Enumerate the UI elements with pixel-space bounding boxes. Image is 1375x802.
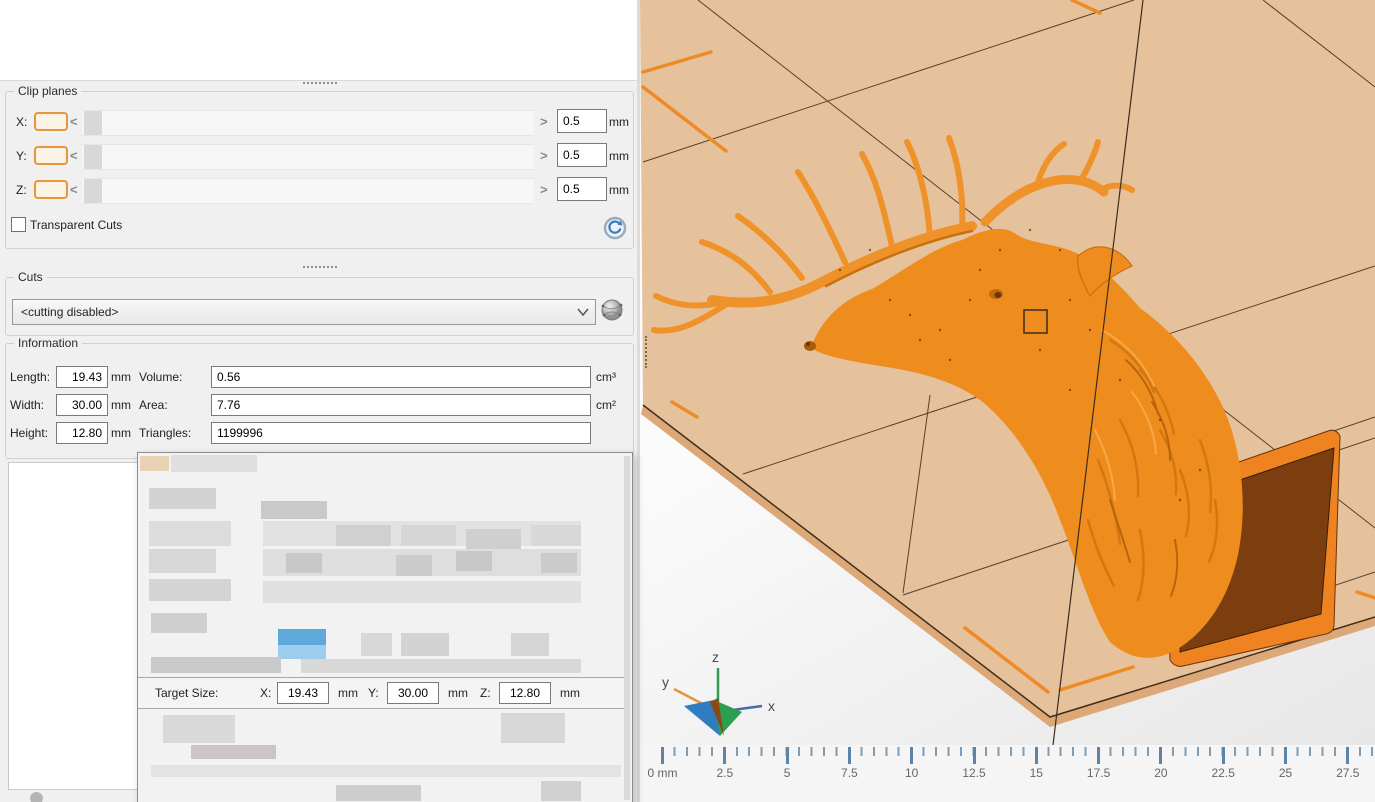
cutting-mode-value: <cutting disabled> [21, 305, 119, 319]
clip-z-slider[interactable] [82, 178, 534, 204]
length-label: Length: [10, 370, 51, 384]
clip-y-slider[interactable] [82, 144, 534, 170]
width-value-input[interactable] [56, 394, 108, 416]
clip-z-step-right-icon[interactable]: > [540, 182, 548, 197]
x-axis-label: x [768, 698, 775, 714]
width-unit: mm [111, 398, 131, 412]
upper-panel-area [0, 0, 637, 81]
information-title: Information [14, 336, 83, 350]
target-z-unit: mm [560, 686, 580, 700]
clip-y-step-right-icon[interactable]: > [540, 148, 548, 163]
clip-x-plane-toggle-button[interactable] [34, 112, 68, 131]
target-size-label: Target Size: [155, 686, 219, 700]
clip-x-step-left-icon[interactable]: < [70, 114, 78, 129]
height-unit: mm [111, 426, 131, 440]
height-label: Height: [10, 426, 49, 440]
clip-x-label: X: [16, 115, 28, 129]
info-row-height-triangles: Height: mm Triangles: [6, 422, 634, 444]
info-row-length-volume: Length: mm Volume: cm³ [6, 366, 634, 388]
clip-z-unit: mm [609, 183, 629, 197]
horizontal-splitter-handle-2[interactable] [303, 266, 337, 272]
volume-value-input[interactable] [211, 366, 591, 388]
nose [804, 341, 816, 351]
sphere-cut-icon[interactable] [598, 296, 626, 327]
length-unit: mm [111, 370, 131, 384]
clip-planes-title: Clip planes [14, 84, 82, 98]
target-x-label: X: [260, 686, 272, 700]
clip-z-slider-thumb[interactable] [84, 179, 102, 203]
clip-x-unit: mm [609, 115, 629, 129]
y-axis-label: y [662, 674, 669, 690]
information-group: Information Length: mm Volume: cm³ Width… [5, 336, 634, 459]
orientation-axes-widget: z y x [662, 649, 775, 736]
clip-plane-row-z: Z: < > mm [12, 177, 632, 204]
cuts-title: Cuts [14, 270, 47, 284]
clip-y-slider-thumb[interactable] [84, 145, 102, 169]
clip-z-plane-toggle-button[interactable] [34, 180, 68, 199]
clip-plane-row-y: Y: < > mm [12, 143, 632, 170]
ruler: 0 mm 2.5 5 7.5 10 12.5 15 17.5 20 22.5 25 27.5 [640, 745, 1375, 802]
clip-z-step-left-icon[interactable]: < [70, 182, 78, 197]
z-axis-label: z [712, 649, 719, 665]
cutting-mode-dropdown[interactable]: <cutting disabled> [12, 299, 596, 325]
area-unit: cm² [596, 398, 616, 412]
clip-y-value-input[interactable] [557, 143, 607, 167]
clip-x-value-input[interactable] [557, 109, 607, 133]
chevron-down-icon [577, 308, 589, 316]
cuts-group: Cuts <cutting disabled> [5, 270, 634, 336]
target-y-label: Y: [368, 686, 379, 700]
target-size-row: Target Size: X: mm Y: mm Z: mm [138, 677, 624, 709]
triangles-value-input[interactable] [211, 422, 591, 444]
horizontal-splitter-handle[interactable] [303, 82, 337, 88]
area-label: Area: [139, 398, 168, 412]
clip-x-slider[interactable] [82, 110, 534, 136]
transparent-cuts-checkbox[interactable] [11, 217, 26, 232]
toolbar-icon-1[interactable] [30, 792, 43, 802]
clip-x-step-right-icon[interactable]: > [540, 114, 548, 129]
ruler-minor-ticks [661, 747, 1375, 756]
reset-clip-planes-icon[interactable] [603, 216, 627, 243]
clip-y-unit: mm [609, 149, 629, 163]
clip-y-label: Y: [16, 149, 27, 163]
width-label: Width: [10, 398, 45, 412]
application-window: Clip planes X: < > mm Y: < > mm Z: [0, 0, 1375, 802]
length-value-input[interactable] [56, 366, 108, 388]
clip-y-step-left-icon[interactable]: < [70, 148, 78, 163]
clip-y-plane-toggle-button[interactable] [34, 146, 68, 165]
target-z-input[interactable] [499, 682, 551, 704]
clip-planes-group: Clip planes X: < > mm Y: < > mm Z: [5, 84, 634, 249]
clip-x-slider-thumb[interactable] [84, 111, 102, 135]
info-row-width-area: Width: mm Area: cm² [6, 394, 634, 416]
volume-label: Volume: [139, 370, 183, 384]
height-value-input[interactable] [56, 422, 108, 444]
triangles-label: Triangles: [139, 426, 192, 440]
target-z-label: Z: [480, 686, 491, 700]
vertical-splitter-handle[interactable] [645, 336, 651, 368]
clip-plane-row-x: X: < > mm [12, 109, 632, 136]
volume-unit: cm³ [596, 370, 616, 384]
scale-dialog: Target Size: X: mm Y: mm Z: mm [137, 452, 633, 802]
clip-z-label: Z: [16, 183, 27, 197]
target-y-unit: mm [448, 686, 468, 700]
clip-z-value-input[interactable] [557, 177, 607, 201]
target-x-unit: mm [338, 686, 358, 700]
3d-viewport[interactable]: z y x [640, 0, 1375, 745]
area-value-input[interactable] [211, 394, 591, 416]
target-y-input[interactable] [387, 682, 439, 704]
transparent-cuts-label: Transparent Cuts [30, 218, 123, 232]
target-x-input[interactable] [277, 682, 329, 704]
